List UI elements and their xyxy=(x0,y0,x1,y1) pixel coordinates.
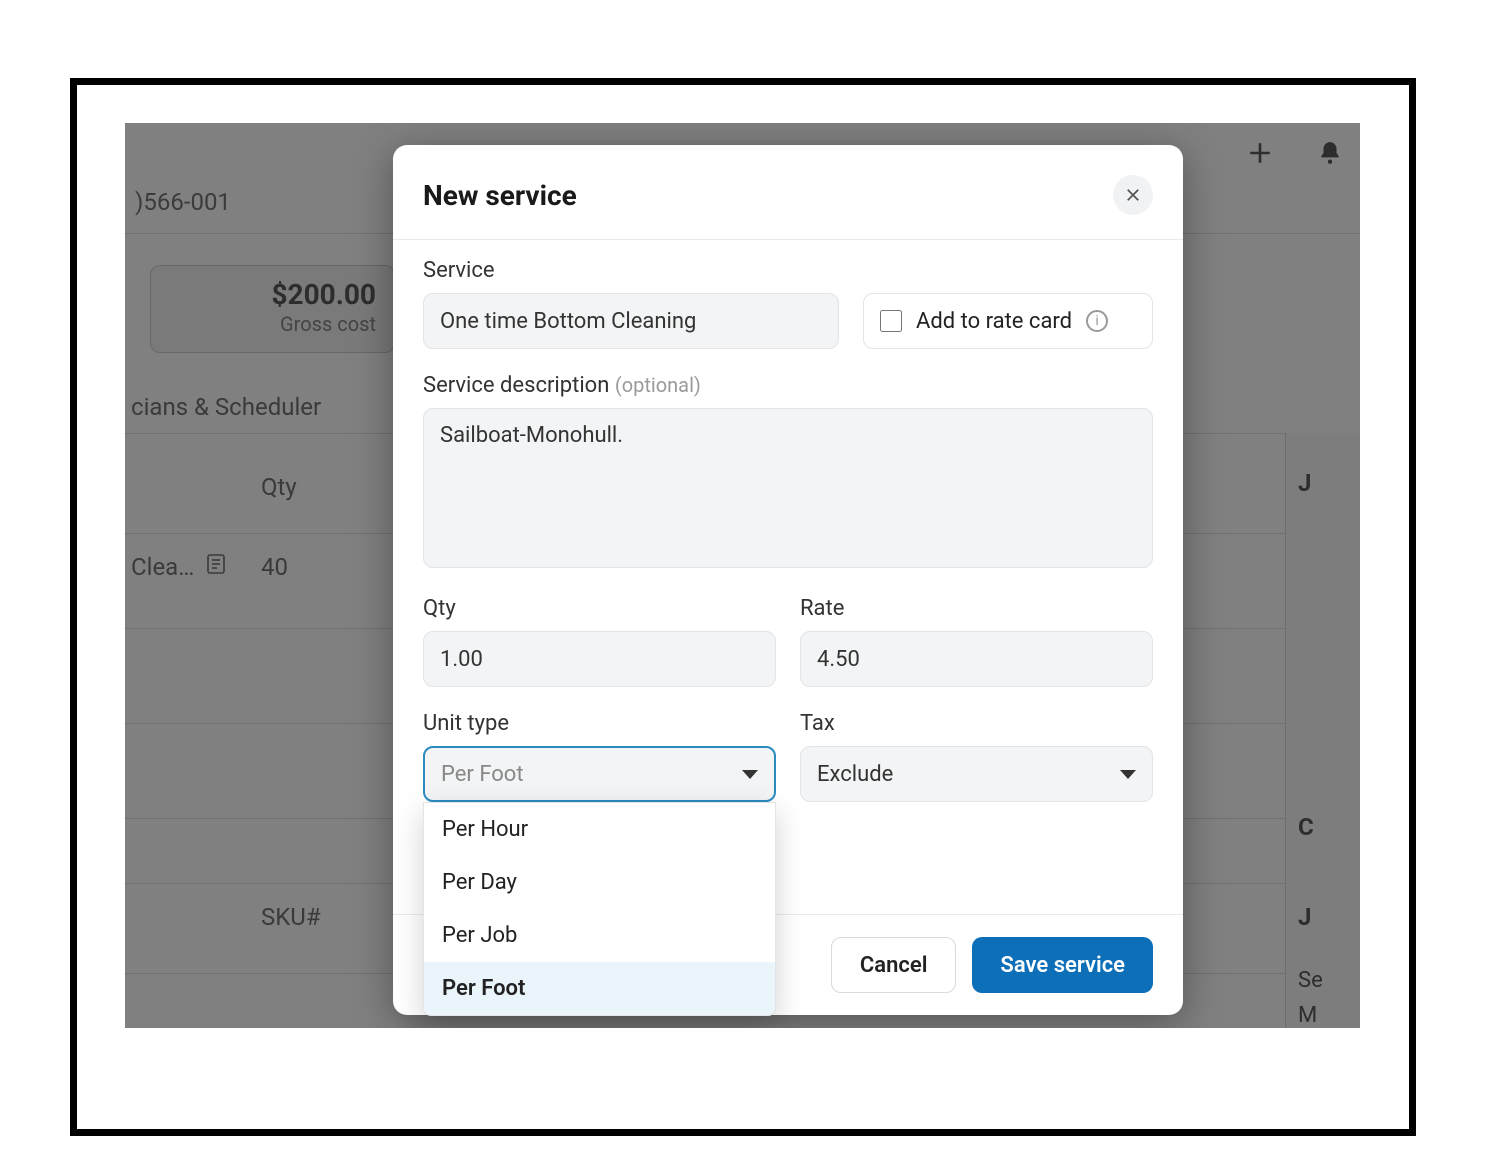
gross-amount: $200.00 xyxy=(271,278,376,311)
unit-type-placeholder: Per Foot xyxy=(441,762,524,787)
right-peek-j2: J xyxy=(1298,903,1311,931)
chevron-down-icon xyxy=(742,770,758,779)
sku-column-header: SKU# xyxy=(261,903,321,931)
qty-input[interactable] xyxy=(423,631,776,687)
order-id-fragment: )566-001 xyxy=(135,188,231,216)
rate-input[interactable] xyxy=(800,631,1153,687)
service-input[interactable] xyxy=(423,293,839,349)
plus-icon[interactable] xyxy=(1240,133,1280,173)
modal-title: New service xyxy=(423,179,577,212)
unit-type-select[interactable]: Per Foot xyxy=(423,746,776,802)
unit-type-option[interactable]: Per Day xyxy=(424,856,775,909)
optional-suffix: (optional) xyxy=(615,373,701,397)
unit-type-option[interactable]: Per Job xyxy=(424,909,775,962)
unit-type-option[interactable]: Per Foot xyxy=(424,962,775,1015)
description-textarea[interactable] xyxy=(423,408,1153,568)
gross-sublabel: Gross cost xyxy=(280,312,376,336)
qty-label: Qty xyxy=(423,596,776,621)
info-icon[interactable]: i xyxy=(1086,310,1108,332)
qty-column-header: Qty xyxy=(261,473,297,501)
app-viewport: )566-001 $200.00 Gross cost cians & Sche… xyxy=(125,123,1360,1028)
line-item-name-fragment: Clea… xyxy=(131,553,226,581)
tax-select[interactable]: Exclude xyxy=(800,746,1153,802)
close-icon xyxy=(1124,186,1142,204)
unit-type-label: Unit type xyxy=(423,711,776,736)
top-right-icons xyxy=(1240,133,1350,173)
modal-header: New service xyxy=(393,145,1183,240)
close-button[interactable] xyxy=(1113,175,1153,215)
right-peek-pane: J C J Se M xyxy=(1285,433,1360,1028)
right-peek-c: C xyxy=(1298,813,1314,841)
right-peek-j1: J xyxy=(1298,469,1311,497)
unit-type-option[interactable]: Per Hour xyxy=(424,803,775,856)
add-to-rate-card-label: Add to rate card xyxy=(916,309,1072,334)
line-item-text: Clea… xyxy=(131,553,194,581)
description-label-text: Service description xyxy=(423,373,609,398)
outer-border: )566-001 $200.00 Gross cost cians & Sche… xyxy=(70,78,1416,1136)
modal-body: Service Add to rate card i Se xyxy=(393,240,1183,914)
save-service-button[interactable]: Save service xyxy=(972,937,1153,993)
tax-value: Exclude xyxy=(817,762,893,787)
bell-icon[interactable] xyxy=(1310,133,1350,173)
line-item-qty: 40 xyxy=(261,553,288,581)
tax-label: Tax xyxy=(800,711,1153,736)
service-label: Service xyxy=(423,258,839,283)
tab-fragment[interactable]: cians & Scheduler xyxy=(131,393,321,421)
add-to-rate-card-box[interactable]: Add to rate card i xyxy=(863,293,1153,349)
add-to-rate-card-checkbox[interactable] xyxy=(880,310,902,332)
description-label: Service description (optional) xyxy=(423,373,1153,398)
gross-cost-card: $200.00 Gross cost xyxy=(150,265,395,353)
note-icon xyxy=(206,553,226,581)
right-peek-m: M xyxy=(1298,1003,1317,1028)
chevron-down-icon xyxy=(1120,770,1136,779)
right-peek-se: Se xyxy=(1298,968,1323,993)
cancel-button[interactable]: Cancel xyxy=(831,937,957,993)
new-service-modal: New service Service Add to rate c xyxy=(393,145,1183,1015)
unit-type-dropdown: Per HourPer DayPer JobPer Foot xyxy=(423,802,776,1016)
rate-label: Rate xyxy=(800,596,1153,621)
